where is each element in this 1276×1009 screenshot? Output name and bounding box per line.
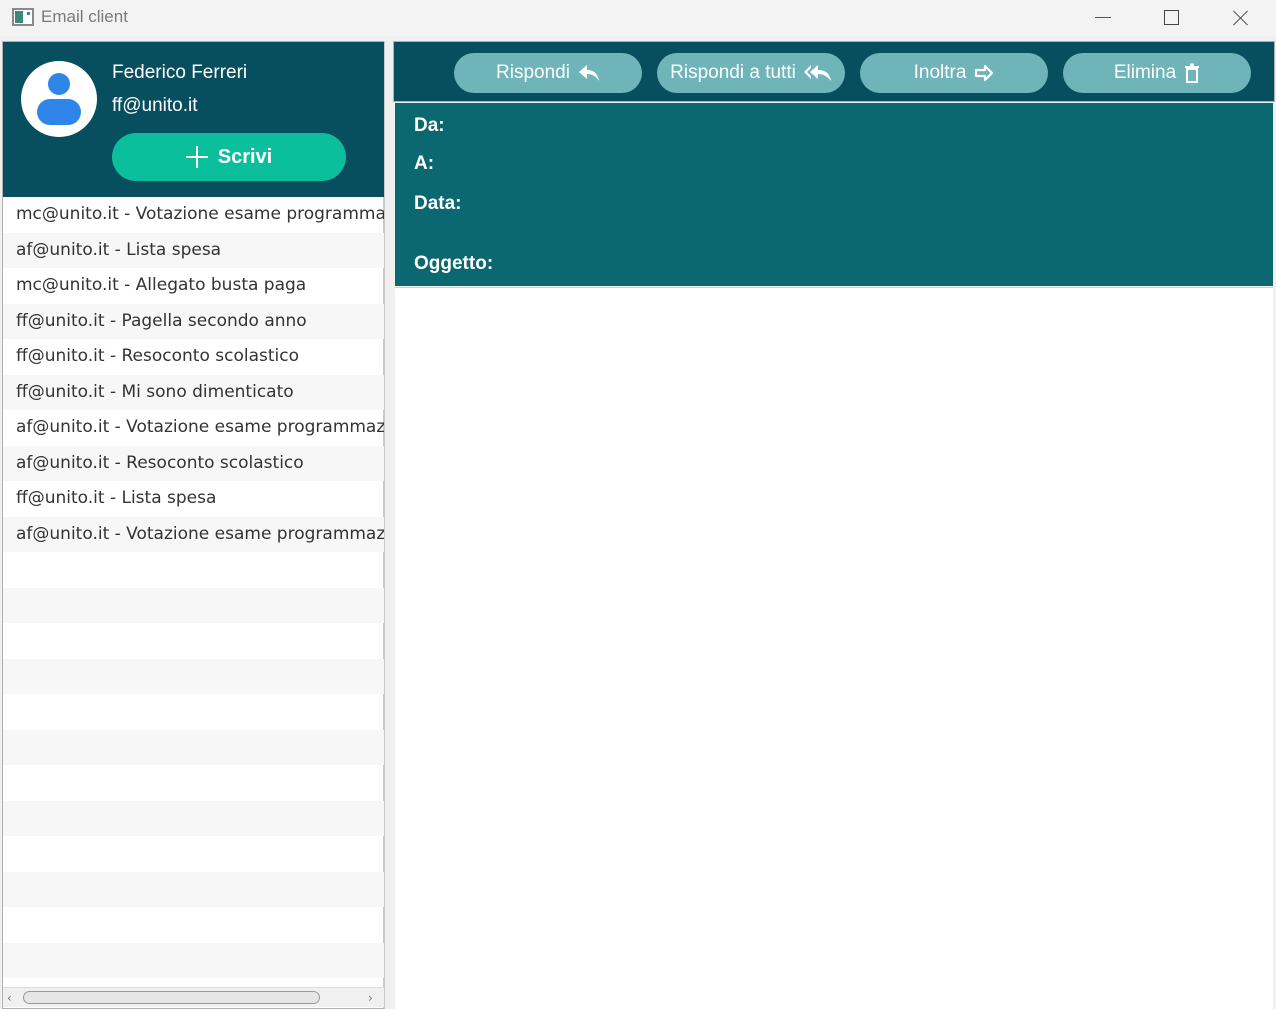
title-bar: Email client (0, 0, 1276, 36)
message-toolbar: Rispondi Rispondi a tutti Inoltra Elimin… (393, 41, 1275, 102)
empty-row (3, 942, 384, 978)
subject-label: Oggetto: (414, 253, 494, 274)
empty-row (3, 552, 384, 588)
email-list-item[interactable]: af@unito.it - Votazione esame programmaz… (3, 516, 384, 552)
compose-label: Scrivi (217, 145, 273, 168)
email-list-item[interactable]: af@unito.it - Votazione esame programmaz… (3, 410, 384, 446)
app-icon (12, 8, 34, 26)
reply-all-label: Rispondi a tutti (670, 62, 796, 83)
scrollbar-thumb[interactable] (23, 991, 320, 1004)
compose-button[interactable]: Scrivi (112, 133, 346, 181)
user-icon (48, 73, 70, 95)
empty-row (3, 871, 384, 907)
user-name: Federico Ferreri (112, 62, 248, 83)
message-body[interactable] (395, 287, 1273, 1009)
window-title: Email client (41, 7, 128, 26)
empty-row (3, 658, 384, 694)
email-list-item[interactable]: af@unito.it - Lista spesa (3, 232, 384, 268)
forward-icon (975, 64, 994, 82)
email-list-item[interactable]: ff@unito.it - Mi sono dimenticato (3, 374, 384, 410)
trash-icon (1185, 63, 1200, 83)
empty-row (3, 765, 384, 801)
reply-button[interactable]: Rispondi (454, 53, 642, 93)
sidebar: Federico Ferreri ff@unito.it Scrivi mc@u… (2, 41, 385, 1009)
empty-row (3, 694, 384, 730)
split-divider[interactable] (385, 41, 393, 1009)
forward-button[interactable]: Inoltra (860, 53, 1048, 93)
user-email: ff@unito.it (112, 95, 198, 116)
email-list-item[interactable]: af@unito.it - Resoconto scolastico (3, 445, 384, 481)
reply-all-button[interactable]: Rispondi a tutti (657, 53, 845, 93)
email-list-item[interactable]: ff@unito.it - Pagella secondo anno (3, 303, 384, 339)
forward-label: Inoltra (913, 62, 967, 83)
maximize-button[interactable] (1136, 0, 1206, 36)
from-label: Da: (414, 115, 445, 136)
email-list-item[interactable]: ff@unito.it - Resoconto scolastico (3, 339, 384, 375)
reply-label: Rispondi (496, 62, 570, 83)
empty-row (3, 800, 384, 836)
email-list-item[interactable]: mc@unito.it - Votazione esame programmaz… (3, 197, 384, 233)
avatar (21, 61, 97, 137)
minimize-button[interactable] (1067, 0, 1137, 36)
email-list[interactable]: mc@unito.it - Votazione esame programmaz… (3, 197, 384, 987)
email-list-item[interactable]: ff@unito.it - Lista spesa (3, 481, 384, 517)
reply-icon (578, 65, 599, 81)
reply-all-icon (803, 65, 831, 81)
chevron-left-icon[interactable]: ‹ (7, 992, 17, 1004)
profile-panel: Federico Ferreri ff@unito.it Scrivi (3, 42, 384, 197)
to-label: A: (414, 153, 435, 174)
close-button[interactable] (1206, 0, 1276, 36)
empty-row (3, 587, 384, 623)
delete-label: Elimina (1113, 62, 1177, 83)
empty-row (3, 836, 384, 872)
delete-button[interactable]: Elimina (1063, 53, 1251, 93)
plus-icon (185, 146, 208, 168)
empty-row (3, 729, 384, 765)
empty-row (3, 623, 384, 659)
date-label: Data: (414, 193, 462, 214)
empty-row (3, 907, 384, 943)
horizontal-scrollbar[interactable]: ‹ › (3, 987, 384, 1007)
email-list-item[interactable]: mc@unito.it - Allegato busta paga (3, 268, 384, 304)
chevron-right-icon[interactable]: › (368, 992, 378, 1004)
message-header: Da: A: Data: Oggetto: (395, 103, 1273, 286)
